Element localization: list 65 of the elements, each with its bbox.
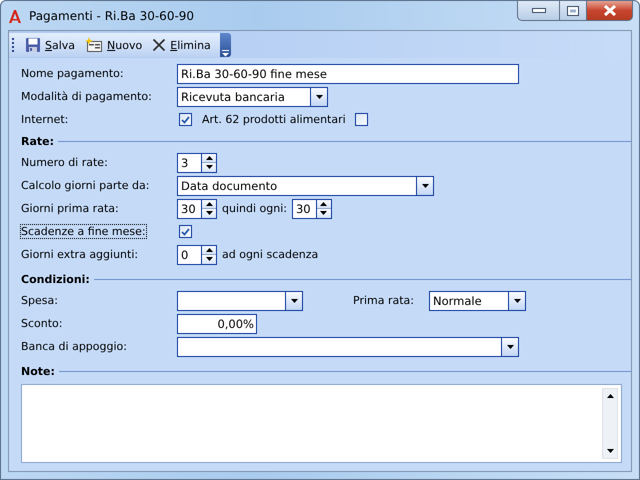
dropdown[interactable]: Data documento xyxy=(177,176,434,196)
field-label: Giorni extra aggiunti: xyxy=(21,248,140,261)
new-document-icon xyxy=(85,37,104,53)
delete-button[interactable]: Elimina xyxy=(147,34,216,56)
section-title: Note: xyxy=(21,364,55,378)
caret-up-icon xyxy=(206,248,212,252)
field-label: Numero di rate: xyxy=(21,156,109,169)
caret-up-icon xyxy=(206,156,212,160)
section-title: Condizioni: xyxy=(21,272,90,286)
minimize-icon xyxy=(532,8,546,14)
field-label: Giorni prima rata: xyxy=(21,202,120,215)
maximize-icon xyxy=(567,6,579,16)
scrollbar[interactable] xyxy=(602,388,618,459)
spin-field[interactable]: 30 xyxy=(177,198,217,218)
caret-down-icon xyxy=(514,298,520,302)
field-label: Banca di appoggio: xyxy=(21,340,128,353)
field-label: Art. 62 prodotti alimentari xyxy=(202,113,346,126)
caret-up-icon xyxy=(206,202,212,206)
field-label: Calcolo giorni parte da: xyxy=(21,179,150,192)
toolbar-overflow-button[interactable] xyxy=(220,33,231,57)
save-button[interactable]: Salva xyxy=(20,34,80,56)
caret-down-icon xyxy=(506,344,514,348)
save-icon xyxy=(25,37,41,53)
caret-down-icon xyxy=(206,257,212,262)
new-button[interactable]: Nuovo xyxy=(80,34,148,56)
spin-field[interactable]: 30 xyxy=(292,198,332,218)
window-title: Pagamenti - Ri.Ba 30-60-90 xyxy=(29,8,194,22)
field-label: Prima rata: xyxy=(353,294,414,307)
delete-icon xyxy=(152,38,166,52)
close-icon xyxy=(602,5,616,16)
caret-down-icon xyxy=(606,449,614,453)
dropdown[interactable]: Ricevuta bancaria xyxy=(177,86,328,106)
caret-down-icon xyxy=(222,49,229,57)
field-label: quindi ogni: xyxy=(222,202,287,215)
caret-up-icon xyxy=(320,202,328,206)
dropdown[interactable] xyxy=(177,290,303,310)
caret-down-icon xyxy=(316,94,322,98)
spin-field[interactable]: 3 xyxy=(177,152,217,172)
caret-down-icon xyxy=(320,211,328,216)
checkbox[interactable] xyxy=(354,113,368,126)
section-title: Rate: xyxy=(21,134,54,148)
maximize-button[interactable] xyxy=(560,1,587,21)
caret-down-icon xyxy=(206,165,212,170)
field-label: Modalità di pagamento: xyxy=(21,90,153,103)
field-label: ad ogni scadenza xyxy=(222,248,318,261)
field-label: Nome pagamento: xyxy=(21,67,125,80)
minimize-button[interactable] xyxy=(517,1,560,21)
field-label: Scadenze a fine mese: xyxy=(21,225,146,238)
close-button[interactable] xyxy=(587,1,633,21)
input-field[interactable]: Ri.Ba 30-60-90 fine mese xyxy=(177,64,519,84)
input-field[interactable]: 0,00% xyxy=(177,314,257,334)
caret-down-icon xyxy=(422,184,428,188)
grip-handle[interactable] xyxy=(12,38,15,52)
caret-down-icon xyxy=(290,298,298,302)
field-label: Spesa: xyxy=(21,294,59,307)
dropdown[interactable]: Normale xyxy=(429,290,526,310)
checkbox[interactable] xyxy=(179,225,192,238)
field-label: Sconto: xyxy=(21,317,64,330)
caret-up-icon xyxy=(606,394,614,398)
field-label: Internet: xyxy=(21,113,70,126)
spin-field[interactable]: 0 xyxy=(177,244,217,264)
caret-down-icon xyxy=(206,211,212,216)
checkbox[interactable] xyxy=(179,113,192,126)
dropdown[interactable] xyxy=(177,336,519,356)
app-logo-icon xyxy=(7,8,23,24)
